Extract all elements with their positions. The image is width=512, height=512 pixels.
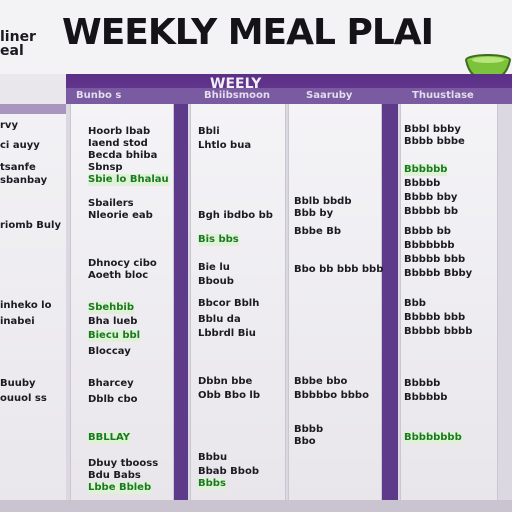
meal-entry: Bbbb	[294, 424, 324, 435]
meal-entry: Bblu da	[198, 314, 241, 325]
meal-entry: Bis bbs	[198, 234, 239, 246]
column-divider	[174, 104, 188, 502]
meal-entry: Bbb by	[294, 208, 334, 219]
page: liner eal WEEKLY MEAL PLAI WEELY Bunbo s…	[0, 0, 512, 512]
meal-row-label: riomb Buly	[0, 220, 61, 231]
meal-entry: Lhtlo bua	[198, 140, 252, 151]
meal-row-label: Buuby	[0, 378, 36, 389]
meal-entry: Obb Bbo lb	[198, 390, 261, 401]
meal-entry: Bbbbbo bbbo	[294, 390, 369, 401]
day-header: Bhiibsmoon	[204, 90, 270, 101]
meal-entry: Dblb cbo	[88, 394, 138, 405]
meal-entry: Sbie lo Bhalau	[88, 174, 169, 186]
meal-entry: Bbbbb Bbby	[404, 268, 473, 279]
meal-entry: Bbbu	[198, 452, 228, 463]
meal-entry: Bbbbb	[404, 378, 441, 389]
meal-entry: Lbbrdl Biu	[198, 328, 256, 339]
meal-entry: Bbab Bbob	[198, 466, 259, 477]
meal-row-label: ci auyy	[0, 140, 40, 151]
meal-entry: Aoeth bloc	[88, 270, 149, 281]
meal-entry: Bbbbbb	[404, 392, 448, 403]
column-divider	[382, 104, 398, 502]
day-header: Thuustlase	[412, 90, 474, 101]
meal-entry: Bbbbb bbbb	[404, 326, 473, 337]
meal-entry: Bbo bb bbb bbb	[294, 264, 384, 275]
meal-entry: Bbbbbbbb	[404, 432, 462, 444]
meal-entry: Bbbe Bb	[294, 226, 341, 237]
meal-entry: Dbuy tbooss	[88, 458, 159, 469]
meal-entry: Hoorb lbab	[88, 126, 151, 137]
meal-entry: Bie lu	[198, 262, 230, 273]
meal-entry: Becda bhiba	[88, 150, 158, 161]
meal-entry: Bbbbb bb	[404, 206, 459, 217]
meal-entry: Bbb	[404, 298, 426, 309]
meal-entry: Bbbb bby	[404, 192, 458, 203]
meal-entry: BBLLAY	[88, 432, 131, 444]
meal-entry: Sbnsp	[88, 162, 123, 173]
meal-entry: Iaend stod	[88, 138, 148, 149]
meal-row-label: inabei	[0, 316, 35, 327]
meal-entry: Bboub	[198, 276, 234, 287]
meal-entry: Nleorie eab	[88, 210, 153, 221]
meal-entry: Bloccay	[88, 346, 131, 357]
meal-entry: Sbailers	[88, 198, 134, 209]
meal-entry: Bbbb bb	[404, 226, 451, 237]
meal-entry: Bdu Babs	[88, 470, 141, 481]
meal-row-label: rvy	[0, 120, 18, 131]
meal-entry: Bbcor Bblh	[198, 298, 260, 309]
footer-band	[0, 500, 512, 512]
meal-entry: Bbbbbb	[404, 164, 448, 176]
meal-entry: Bbbbbbb	[404, 240, 455, 251]
meal-entry: Biecu bbl	[88, 330, 141, 342]
row-label-header	[0, 104, 66, 114]
meal-entry: Bbli	[198, 126, 220, 137]
meal-entry: Bgh ibdbo bb	[198, 210, 273, 221]
meal-entry: Bbbbb bbb	[404, 254, 466, 265]
meal-row-label: ouuol ss	[0, 393, 47, 404]
meal-entry: Dhnocy cibo	[88, 258, 157, 269]
meal-entry: Bbbbb bbb	[404, 312, 466, 323]
page-title: WEEKLY MEAL PLAI	[62, 12, 434, 53]
day-header: Saaruby	[306, 90, 353, 101]
meal-entry: Bha lueb	[88, 316, 138, 327]
day-header: Bunbo s	[76, 90, 122, 101]
brand-logo-line: eal	[0, 43, 24, 59]
meal-entry: Sbehbib	[88, 302, 135, 314]
meal-entry: Bbbe bbo	[294, 376, 348, 387]
brand-logo-line: liner	[0, 29, 36, 45]
meal-entry: Bbbs	[198, 478, 226, 490]
meal-entry: Bbbb bbbe	[404, 136, 465, 147]
meal-row-label: tsanfe	[0, 162, 36, 173]
brand-logo: liner eal	[0, 30, 40, 58]
meal-entry: Lbbe Bbleb	[88, 482, 152, 494]
meal-entry: Bbbl bbby	[404, 124, 461, 135]
meal-entry: Bharcey	[88, 378, 134, 389]
meal-row-label: inheko lo	[0, 300, 52, 311]
meal-entry: Dbbn bbe	[198, 376, 253, 387]
meal-entry: Bblb bbdb	[294, 196, 352, 207]
meal-entry: Bbo	[294, 436, 316, 447]
meal-entry: Bbbbb	[404, 178, 441, 189]
meal-row-label: sbanbay	[0, 175, 48, 186]
